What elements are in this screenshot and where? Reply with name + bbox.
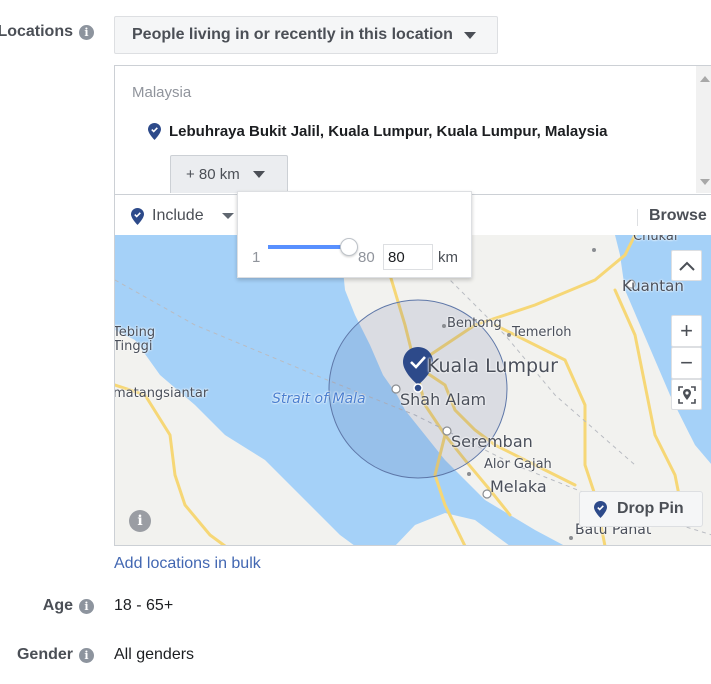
map-collapse-button[interactable]: [671, 250, 702, 281]
toolbar-divider: [637, 209, 638, 226]
map-label-tebing: Tebing: [115, 325, 156, 340]
gender-label: Gender i: [17, 646, 94, 664]
age-value[interactable]: 18 - 65+: [114, 597, 173, 615]
map-pin-check-icon: [594, 500, 607, 518]
browse-button[interactable]: Browse: [649, 207, 707, 225]
location-type-dropdown[interactable]: People living in or recently in this loc…: [114, 16, 498, 54]
map-label-shah-alam: Shah Alam: [400, 390, 487, 409]
location-type-label: People living in or recently in this loc…: [132, 26, 453, 43]
locate-pin-icon: [677, 385, 696, 404]
map-label-pematangsiantar: matangsiantar: [115, 386, 209, 401]
location-box: Malaysia Lebuhraya Bukit Jalil, Kuala Lu…: [114, 65, 711, 546]
location-list: Malaysia Lebuhraya Bukit Jalil, Kuala Lu…: [115, 66, 711, 194]
include-label: Include: [152, 207, 204, 224]
info-icon[interactable]: i: [79, 24, 94, 40]
slider-track[interactable]: [268, 245, 350, 249]
include-dropdown[interactable]: Include: [131, 207, 234, 225]
map-label-tinggi: Tinggi: [115, 339, 153, 354]
zoom-in-button[interactable]: +: [671, 315, 702, 347]
map-label-kuala-lumpur: Kuala Lumpur: [427, 355, 558, 377]
gender-label-text: Gender: [16, 646, 73, 663]
map-label-strait: Strait of Mala: [272, 391, 366, 407]
locations-label: Locations i: [0, 23, 94, 41]
map[interactable]: Chukai Kuantan Tebing Tinggi Bentong Tem…: [115, 235, 711, 546]
map-label-chukai: Chukai: [633, 235, 678, 244]
map-info-icon[interactable]: i: [129, 510, 151, 532]
info-icon[interactable]: i: [79, 598, 94, 614]
scroll-down-arrow-icon[interactable]: [700, 179, 710, 185]
radius-dropdown[interactable]: + 80 km: [170, 155, 288, 193]
chevron-up-icon: [678, 261, 695, 271]
map-label-bentong: Bentong: [447, 316, 502, 331]
radius-input[interactable]: [383, 244, 433, 270]
map-label-temerloh: Temerloh: [512, 325, 572, 340]
caret-down-icon: [221, 213, 234, 219]
map-label-seremban: Seremban: [451, 432, 533, 451]
caret-down-icon: [463, 31, 476, 39]
add-locations-bulk-link[interactable]: Add locations in bulk: [114, 555, 261, 573]
caret-down-icon: [252, 171, 265, 178]
scrollbar[interactable]: [696, 66, 711, 193]
drop-pin-button[interactable]: Drop Pin: [579, 491, 703, 527]
location-item[interactable]: Lebuhraya Bukit Jalil, Kuala Lumpur, Kua…: [148, 123, 607, 140]
scroll-up-arrow-icon[interactable]: [700, 76, 710, 82]
map-label-melaka: Melaka: [490, 477, 547, 496]
age-label-text: Age: [42, 597, 73, 614]
location-name: Lebuhraya Bukit Jalil, Kuala Lumpur, Kua…: [169, 123, 608, 140]
drop-pin-label: Drop Pin: [617, 500, 684, 517]
map-pin-check-icon: [131, 207, 144, 225]
gender-value[interactable]: All genders: [114, 646, 194, 664]
radius-label: + 80 km: [186, 166, 240, 183]
radius-slider-popup: 1 80 km: [237, 191, 472, 278]
map-pin-check-icon: [148, 123, 161, 140]
map-label-alor-gajah: Alor Gajah: [484, 457, 552, 472]
info-icon[interactable]: i: [79, 647, 94, 663]
country-heading: Malaysia: [132, 84, 192, 101]
zoom-out-button[interactable]: −: [671, 347, 702, 379]
age-label: Age i: [43, 597, 94, 615]
locations-label-text: Locations: [0, 23, 73, 40]
slider-max-label: 80: [358, 249, 375, 266]
recenter-button[interactable]: [671, 379, 702, 410]
slider-min-label: 1: [252, 249, 261, 266]
slider-thumb[interactable]: [340, 238, 358, 256]
radius-unit-label: km: [438, 249, 458, 266]
